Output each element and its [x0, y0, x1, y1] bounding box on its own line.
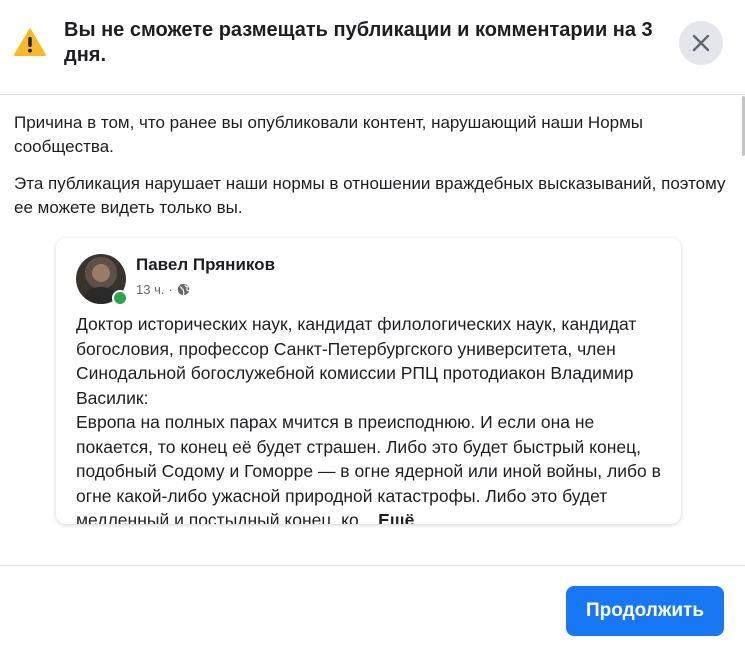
online-status-dot [112, 290, 128, 306]
close-button[interactable] [679, 21, 723, 65]
dialog-header: Вы не сможете размещать публикации и ком… [0, 0, 745, 95]
dialog-title: Вы не сможете размещать публикации и ком… [64, 19, 653, 66]
avatar[interactable] [76, 254, 128, 306]
post-text-body: Доктор исторических наук, кандидат филол… [76, 314, 661, 524]
post-card: Павел Пряников 13 ч. · Доктор историческ… [56, 238, 681, 524]
restriction-dialog: Вы не сможете размещать публикации и ком… [0, 0, 745, 653]
globe-icon [177, 283, 189, 296]
violation-text: Эта публикация нарушает наши нормы в отн… [14, 174, 726, 217]
post-author[interactable]: Павел Пряников [136, 255, 275, 275]
warning-triangle-icon [14, 28, 46, 56]
post-meta: 13 ч. · [136, 282, 190, 297]
meta-separator: · [168, 282, 173, 297]
reason-text: Причина в том, что ранее вы опубликовали… [14, 113, 644, 156]
post-time[interactable]: 13 ч. [136, 282, 164, 297]
see-more-link[interactable]: Ещё [378, 510, 414, 524]
continue-button[interactable]: Продолжить [566, 586, 724, 636]
close-icon [692, 34, 710, 52]
dialog-footer: Продолжить [0, 565, 745, 654]
post-text: Доктор исторических наук, кандидат филол… [76, 312, 666, 524]
